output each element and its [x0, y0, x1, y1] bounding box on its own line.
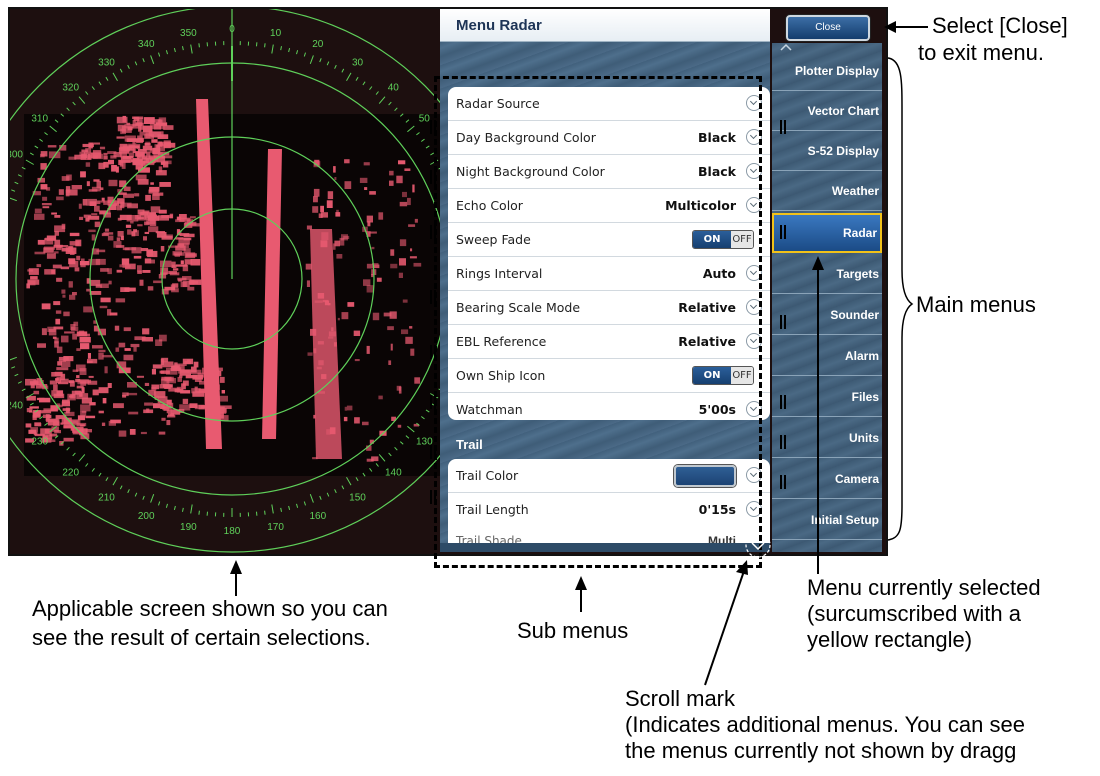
- close-note-line2: to exit menu.: [918, 40, 1044, 65]
- applicable-note-line1: Applicable screen shown so you can: [32, 596, 388, 621]
- scroll-note-line3: the menus currently not shown by dragg: [625, 738, 1017, 763]
- close-note-line1: Select [Close]: [932, 13, 1068, 38]
- sub-menus-note: Sub menus: [517, 618, 629, 643]
- applicable-note-line2: see the result of certain selections.: [32, 625, 371, 650]
- scroll-note-line2: (Indicates additional menus. You can see: [625, 712, 1025, 737]
- scroll-note-line1: Scroll mark: [625, 686, 736, 711]
- selected-note-line1: Menu currently selected: [807, 575, 1041, 600]
- selected-note-line2: (surcumscribed with a: [807, 601, 1021, 626]
- selected-note-line3: yellow rectangle): [807, 627, 973, 652]
- main-menus-note: Main menus: [916, 292, 1036, 317]
- callout-lines: [230, 21, 928, 686]
